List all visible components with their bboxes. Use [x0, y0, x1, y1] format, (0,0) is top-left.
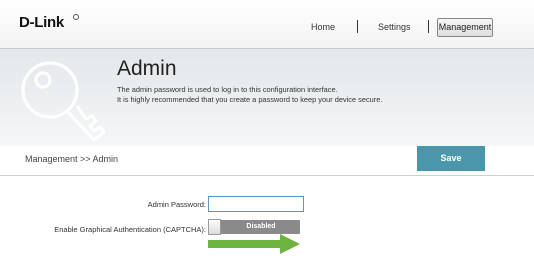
description-line: The admin password is used to log in to … — [117, 85, 338, 94]
key-icon — [14, 54, 110, 149]
arrow-right-icon — [208, 234, 300, 254]
page-description: The admin password is used to log in to … — [117, 85, 382, 105]
toggle-knob[interactable] — [208, 219, 221, 235]
nav-separator — [357, 20, 358, 33]
description-line: It is highly recommended that you create… — [117, 95, 383, 104]
captcha-toggle[interactable]: Disabled — [208, 219, 300, 235]
toggle-state-label: Disabled — [246, 223, 276, 230]
dlink-logo: D-Link — [19, 14, 64, 31]
page-header: Admin The admin password is used to log … — [0, 48, 534, 147]
save-button[interactable]: Save — [417, 146, 485, 171]
nav-separator — [428, 20, 429, 33]
breadcrumb-bar: Management >> Admin Save — [0, 146, 534, 176]
nav-home[interactable]: Home — [311, 22, 335, 32]
nav-management[interactable]: Management — [437, 18, 493, 37]
admin-password-label: Admin Password: — [147, 200, 206, 209]
top-bar: D-Link Home Settings Management — [0, 0, 534, 48]
page-title: Admin — [117, 57, 177, 80]
registered-mark — [73, 14, 79, 20]
captcha-label: Enable Graphical Authentication (CAPTCHA… — [54, 225, 206, 234]
nav-settings[interactable]: Settings — [378, 22, 411, 32]
breadcrumb: Management >> Admin — [25, 154, 119, 164]
admin-password-input[interactable] — [208, 196, 304, 212]
